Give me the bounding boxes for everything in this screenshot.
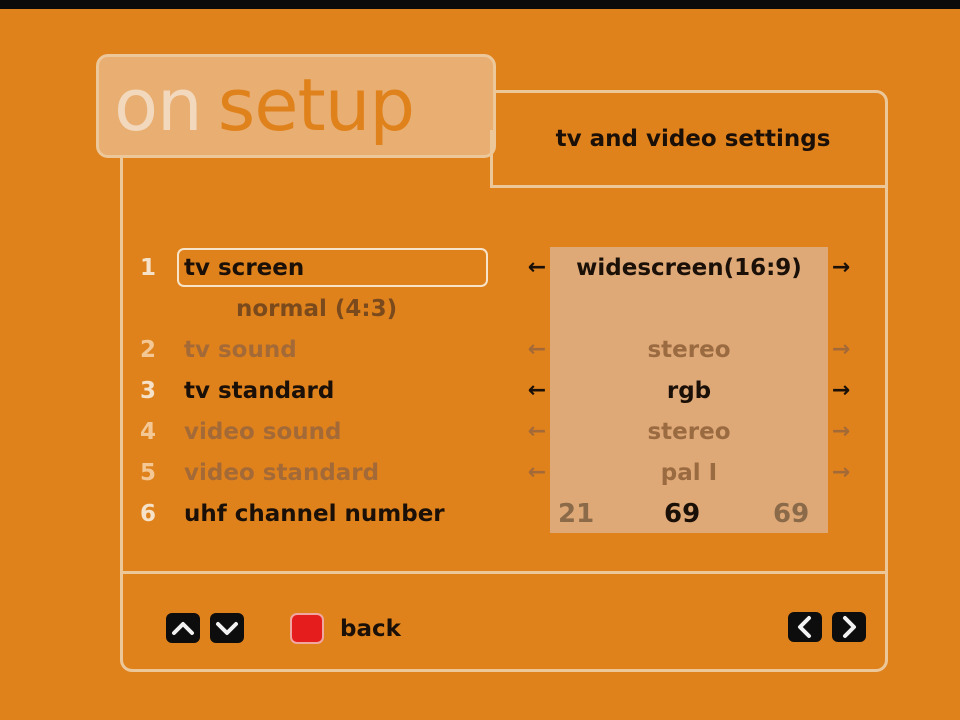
setting-number: 3: [140, 378, 157, 404]
left-arrow-icon[interactable]: ←: [526, 250, 548, 286]
left-arrow-icon[interactable]: ←: [526, 373, 548, 409]
setting-label: tv sound: [184, 337, 297, 363]
setting-row-video-standard[interactable]: 5 video standard ← pal I →: [0, 455, 960, 491]
left-arrow-icon[interactable]: ←: [526, 332, 548, 368]
setting-label: video sound: [184, 419, 342, 445]
setting-number: 2: [140, 337, 157, 363]
alternate-option[interactable]: normal (4:3): [236, 291, 397, 327]
right-arrow-icon[interactable]: →: [830, 250, 852, 286]
chevron-left-icon[interactable]: [788, 612, 822, 642]
right-arrow-icon[interactable]: →: [830, 332, 852, 368]
left-arrow-icon[interactable]: ←: [526, 455, 548, 491]
app-logo: on setup: [114, 60, 415, 150]
setting-value[interactable]: rgb: [550, 373, 828, 409]
setting-row-tv-screen[interactable]: 1 tv screen ← widescreen(16:9) →: [0, 250, 960, 286]
setting-row-tv-standard[interactable]: 3 tv standard ← rgb →: [0, 373, 960, 409]
back-label[interactable]: back: [340, 612, 401, 646]
setting-value[interactable]: widescreen(16:9): [550, 250, 828, 286]
setting-row-uhf-channel[interactable]: 6 uhf channel number 21 69 69: [0, 496, 960, 532]
setting-number: 4: [140, 419, 157, 445]
setting-label: tv screen: [184, 255, 305, 281]
down-arrow-icon[interactable]: [210, 613, 244, 643]
setting-value[interactable]: stereo: [550, 332, 828, 368]
right-arrow-icon[interactable]: →: [830, 455, 852, 491]
setting-number: 6: [140, 501, 157, 527]
logo-on: on: [114, 63, 203, 147]
setting-value[interactable]: pal I: [550, 455, 828, 491]
chevron-right-icon[interactable]: [832, 612, 866, 642]
left-arrow-icon[interactable]: ←: [526, 414, 548, 450]
back-button-red[interactable]: [290, 613, 324, 644]
up-arrow-icon[interactable]: [166, 613, 200, 643]
uhf-max-value: 69: [773, 499, 810, 529]
uhf-min-value: 21: [558, 499, 595, 529]
logo-setup: setup: [217, 63, 415, 147]
right-arrow-icon[interactable]: →: [830, 414, 852, 450]
top-border: [0, 0, 960, 9]
setting-value[interactable]: stereo: [550, 414, 828, 450]
setting-number: 5: [140, 460, 157, 486]
setting-label: uhf channel number: [184, 501, 445, 527]
setting-label: tv standard: [184, 378, 335, 404]
setting-number: 1: [140, 255, 157, 281]
page-title: tv and video settings: [555, 126, 831, 152]
setting-row-video-sound[interactable]: 4 video sound ← stereo →: [0, 414, 960, 450]
header-divider: [490, 185, 888, 188]
setting-row-tv-sound[interactable]: 2 tv sound ← stereo →: [0, 332, 960, 368]
right-arrow-icon[interactable]: →: [830, 373, 852, 409]
uhf-current-value[interactable]: 69: [664, 496, 700, 532]
footer-divider: [120, 571, 888, 574]
setting-label: video standard: [184, 460, 380, 486]
